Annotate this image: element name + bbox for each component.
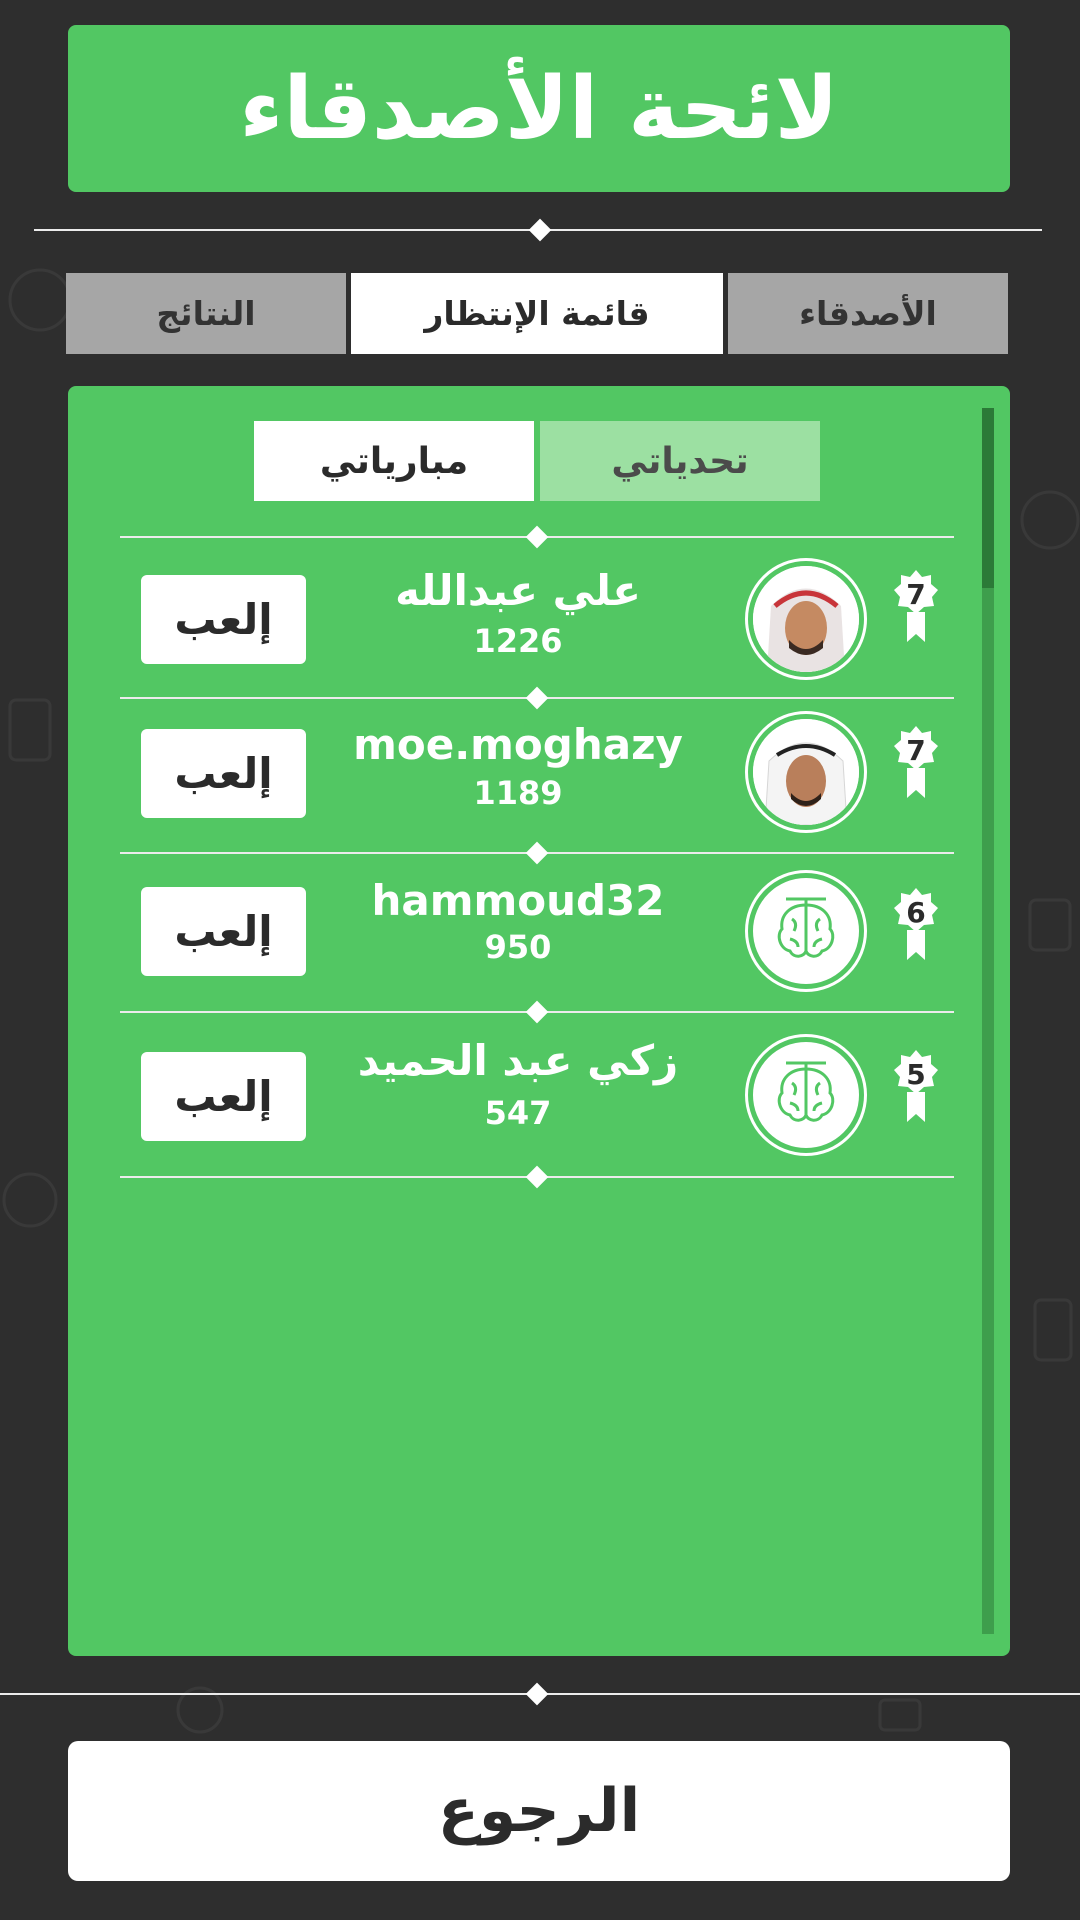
player-name: علي عبدالله xyxy=(395,566,641,615)
level-number: 7 xyxy=(906,734,926,767)
level-badge: 7 xyxy=(894,726,938,800)
player-score: 1189 xyxy=(473,774,563,812)
scrollbar-track[interactable] xyxy=(982,408,994,1634)
level-number: 6 xyxy=(906,896,926,929)
player-name: زكي عبد الحميد xyxy=(357,1036,679,1085)
title-bar: لائحة الأصدقاء xyxy=(68,25,1010,192)
tab-bar: الأصدقاء قائمة الإنتظار النتائج xyxy=(66,273,1008,354)
play-button[interactable]: إلعب xyxy=(141,887,306,976)
tab-friends[interactable]: الأصدقاء xyxy=(728,273,1008,354)
player-score: 950 xyxy=(484,928,552,966)
avatar[interactable] xyxy=(745,870,867,992)
level-number: 5 xyxy=(906,1058,926,1091)
avatar[interactable] xyxy=(745,1034,867,1156)
player-score: 1226 xyxy=(473,622,563,660)
tab-results[interactable]: النتائج xyxy=(66,273,346,354)
scrollbar-thumb[interactable] xyxy=(982,408,994,588)
list-item: إلعب علي عبدالله 1226 7 xyxy=(118,548,952,708)
level-number: 7 xyxy=(906,578,926,611)
sub-tab-bar: تحدياتي مبارياتي xyxy=(254,421,820,501)
waiting-list-panel: تحدياتي مبارياتي إلعب علي عبدالله 1226 7… xyxy=(68,386,1010,1656)
level-badge: 6 xyxy=(894,888,938,962)
divider-diamond xyxy=(525,1682,549,1706)
list-item: إلعب زكي عبد الحميد 547 5 xyxy=(118,1026,952,1186)
divider-diamond xyxy=(525,525,549,549)
brain-icon xyxy=(753,878,859,984)
avatar[interactable] xyxy=(745,711,867,833)
level-badge: 7 xyxy=(894,570,938,644)
tab-waiting-list[interactable]: قائمة الإنتظار xyxy=(351,273,723,354)
list-item: إلعب hammoud32 950 6 xyxy=(118,862,952,1022)
sub-tab-my-challenges[interactable]: تحدياتي xyxy=(540,421,820,501)
page-title: لائحة الأصدقاء xyxy=(239,58,839,159)
avatar[interactable] xyxy=(745,558,867,680)
level-badge: 5 xyxy=(894,1050,938,1124)
player-score: 547 xyxy=(484,1094,552,1132)
back-button[interactable]: الرجوع xyxy=(68,1741,1010,1881)
avatar-photo xyxy=(753,566,859,672)
play-button[interactable]: إلعب xyxy=(141,729,306,818)
list-item: إلعب moe.moghazy 1189 7 xyxy=(118,704,952,864)
player-name: hammoud32 xyxy=(371,876,665,925)
play-button[interactable]: إلعب xyxy=(141,1052,306,1141)
play-button[interactable]: إلعب xyxy=(141,575,306,664)
player-name: moe.moghazy xyxy=(353,720,683,769)
brain-icon xyxy=(753,1042,859,1148)
divider-diamond xyxy=(528,218,552,242)
avatar-photo xyxy=(753,719,859,825)
sub-tab-my-matches[interactable]: مبارياتي xyxy=(254,421,534,501)
